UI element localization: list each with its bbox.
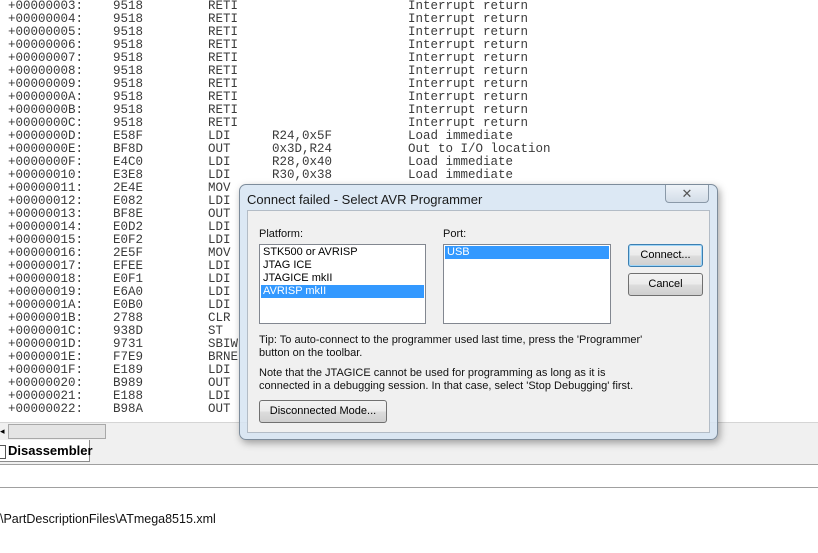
port-list-item[interactable]: USB [445,246,609,259]
connect-button[interactable]: Connect... [628,244,703,267]
note-line-1: Note that the JTAGICE cannot be used for… [259,367,606,379]
tab-strip: Disassembler [0,440,818,465]
divider [0,487,818,488]
dialog-client: Platform: STK500 or AVRISP JTAG ICE JTAGIC… [247,210,710,433]
tab-disassembler[interactable]: Disassembler [0,440,93,462]
row-operands: R30,0x38 [272,168,333,182]
select-programmer-dialog: Connect failed - Select AVR Programmer ✕… [239,184,718,440]
platform-list-item[interactable]: JTAG ICE [261,259,424,272]
row-mnemonic: OUT [208,402,231,416]
platform-listbox[interactable]: STK500 or AVRISP JTAG ICE JTAGICE mkII AVRI… [259,244,426,324]
tab-edge-icon [0,445,6,459]
platform-list-item[interactable]: JTAGICE mkII [261,272,424,285]
part-description-path: \PartDescriptionFiles\ATmega8515.xml [0,512,216,526]
dialog-title: Connect failed - Select AVR Programmer [247,192,483,207]
cancel-button[interactable]: Cancel [628,273,703,296]
port-listbox[interactable]: USB [443,244,611,324]
close-button[interactable]: ✕ [665,185,709,203]
note-line-2: connected in a debugging session. In tha… [259,380,634,392]
row-address: +00000022: [8,402,84,416]
row-comment: Load immediate [408,168,514,182]
row-opcode: B98A [113,402,144,416]
tip-line-2: button on the toolbar. [259,347,363,359]
port-label: Port: [443,228,467,240]
platform-list-item[interactable]: STK500 or AVRISP [261,246,424,259]
scroll-left-icon[interactable]: ◂ [0,426,8,437]
tip-line-1: Tip: To auto-connect to the programmer u… [259,334,643,346]
platform-list-item[interactable]: AVRISP mkII [261,285,424,298]
disconnected-mode-button[interactable]: Disconnected Mode... [259,400,387,423]
scrollbar-thumb[interactable] [8,424,106,439]
close-icon: ✕ [681,186,693,201]
tab-disassembler-label: Disassembler [8,443,93,458]
platform-label: Platform: [259,228,304,240]
